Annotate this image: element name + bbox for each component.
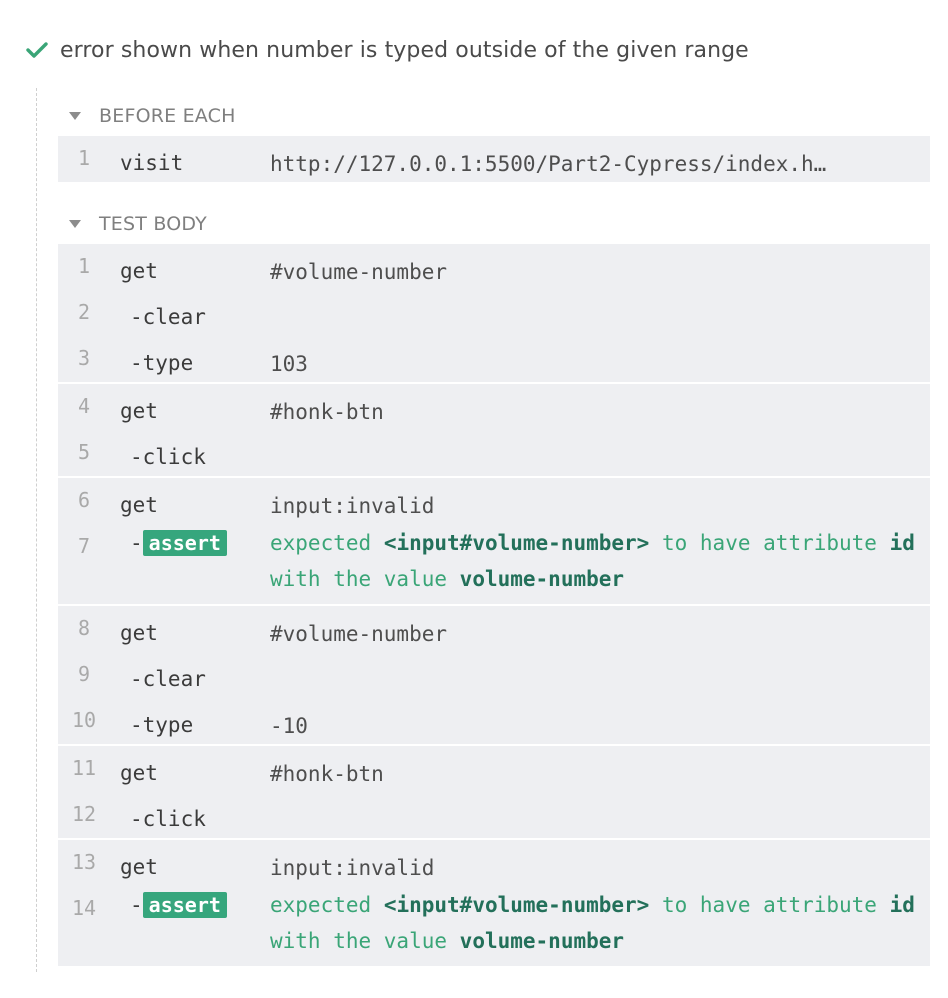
command-message <box>270 792 930 802</box>
command-name: -clear <box>130 305 206 329</box>
command-row[interactable]: 9 -clear <box>58 652 930 698</box>
command-number: 2 <box>77 300 91 324</box>
assert-value: volume-number <box>459 567 625 591</box>
command-message: input:invalid <box>270 856 435 880</box>
command-row[interactable]: 2 -clear <box>58 290 930 336</box>
assert-subject: <input#volume-number> <box>383 893 650 917</box>
hook-header-before-each[interactable]: BEFORE EACH <box>58 96 930 136</box>
command-row[interactable]: 4 get #honk-btn <box>58 384 930 430</box>
command-group: 6 get input:invalid 7 - assert expected <… <box>58 478 930 606</box>
command-message: #honk-btn <box>270 762 384 786</box>
command-row[interactable]: 1 get #volume-number <box>58 244 930 290</box>
command-name: get <box>120 761 158 785</box>
command-group: 4 get #honk-btn 5 -click <box>58 384 930 478</box>
command-message: #honk-btn <box>270 400 384 424</box>
assert-badge: assert <box>142 892 227 918</box>
assert-badge: assert <box>142 530 227 556</box>
command-number: 1 <box>77 254 91 278</box>
assert-with-value: with the value <box>270 929 448 953</box>
command-number: 6 <box>77 488 91 512</box>
hook-label: TEST BODY <box>99 213 207 235</box>
command-name: -type <box>130 351 194 375</box>
command-name: -click <box>130 445 206 469</box>
assert-value: volume-number <box>459 929 625 953</box>
child-dash: - <box>130 531 143 555</box>
assert-to-have: to have <box>661 531 751 555</box>
command-row[interactable]: 13 get input:invalid <box>58 840 930 886</box>
hook-header-test-body[interactable]: TEST BODY <box>58 204 930 244</box>
command-name: get <box>120 259 158 283</box>
assert-expected: expected <box>270 893 372 917</box>
command-row[interactable]: 8 get #volume-number <box>58 606 930 652</box>
command-row[interactable]: 12 -click <box>58 792 930 838</box>
command-group: 11 get #honk-btn 12 -click <box>58 746 930 840</box>
assert-attribute: attribute <box>763 893 877 917</box>
caret-down-icon <box>68 217 82 231</box>
command-row-assert[interactable]: 7 - assert expected <input#volume-number>… <box>58 524 930 604</box>
command-number: 10 <box>71 708 97 732</box>
command-name: get <box>120 399 158 423</box>
command-number: 7 <box>77 534 91 558</box>
command-message: #volume-number <box>270 260 448 284</box>
child-dash: - <box>130 893 143 917</box>
command-name: get <box>120 855 158 879</box>
command-name: -click <box>130 807 206 831</box>
check-icon <box>24 37 50 63</box>
assert-attr-name: id <box>889 893 915 917</box>
command-group: 1 get #volume-number 2 -clear 3 -type 10… <box>58 244 930 384</box>
assert-expected: expected <box>270 531 372 555</box>
hook-before-each: BEFORE EACH 1 visit http://127.0.0.1:550… <box>58 96 930 184</box>
command-name: - assert <box>110 524 270 556</box>
caret-down-icon <box>68 109 82 123</box>
command-group: 13 get input:invalid 14 - assert expected… <box>58 840 930 968</box>
command-number: 5 <box>77 440 91 464</box>
command-message: input:invalid <box>270 494 435 518</box>
command-row[interactable]: 10 -type -10 <box>58 698 930 744</box>
command-name: get <box>120 621 158 645</box>
assert-message: expected <input#volume-number> to have a… <box>270 887 930 959</box>
hook-label: BEFORE EACH <box>99 105 236 127</box>
command-name: get <box>120 493 158 517</box>
command-row[interactable]: 11 get #honk-btn <box>58 746 930 792</box>
command-row[interactable]: 6 get input:invalid <box>58 478 930 524</box>
command-number: 12 <box>71 802 97 826</box>
command-message: #volume-number <box>270 622 448 646</box>
command-number: 8 <box>77 616 91 640</box>
assert-message: expected <input#volume-number> to have a… <box>270 525 930 597</box>
command-number: 14 <box>71 896 97 920</box>
command-row-assert[interactable]: 14 - assert expected <input#volume-number… <box>58 886 930 966</box>
assert-attr-name: id <box>889 531 915 555</box>
command-number: 13 <box>71 850 97 874</box>
command-message: 103 <box>270 352 308 376</box>
command-number: 3 <box>77 346 91 370</box>
command-message <box>270 652 930 662</box>
command-name: -clear <box>130 667 206 691</box>
command-number: 9 <box>77 662 91 686</box>
test-title: error shown when number is typed outside… <box>60 37 749 63</box>
command-number: 11 <box>71 756 97 780</box>
command-message <box>270 290 930 300</box>
hook-test-body: TEST BODY 1 get #volume-number 2 -clear … <box>58 204 930 968</box>
command-row[interactable]: 3 -type 103 <box>58 336 930 382</box>
test-title-row[interactable]: error shown when number is typed outside… <box>24 30 749 70</box>
command-name: - assert <box>110 886 270 918</box>
command-name: visit <box>120 151 184 175</box>
command-number: 1 <box>77 146 91 170</box>
command-group: 1 visit http://127.0.0.1:5500/Part2-Cypr… <box>58 136 930 184</box>
hierarchy-rail <box>36 88 37 972</box>
assert-subject: <input#volume-number> <box>383 531 650 555</box>
assert-with-value: with the value <box>270 567 448 591</box>
command-number: 4 <box>77 394 91 418</box>
command-message <box>270 430 930 440</box>
assert-attribute: attribute <box>763 531 877 555</box>
command-row[interactable]: 1 visit http://127.0.0.1:5500/Part2-Cypr… <box>58 136 930 182</box>
command-message: http://127.0.0.1:5500/Part2-Cypress/inde… <box>270 152 827 176</box>
command-group: 8 get #volume-number 9 -clear 10 -type -… <box>58 606 930 746</box>
command-name: -type <box>130 713 194 737</box>
command-message: -10 <box>270 714 308 738</box>
assert-to-have: to have <box>661 893 751 917</box>
command-row[interactable]: 5 -click <box>58 430 930 476</box>
